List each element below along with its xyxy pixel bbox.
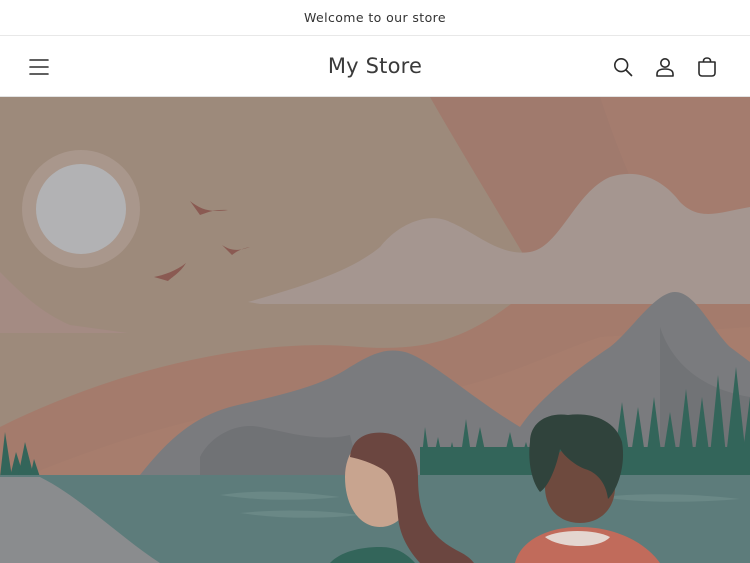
account-button[interactable] — [648, 50, 682, 84]
announcement-bar: Welcome to our store — [0, 0, 750, 36]
hamburger-menu-icon — [29, 59, 49, 75]
announcement-text: Welcome to our store — [304, 10, 446, 25]
search-button[interactable] — [606, 50, 640, 84]
hero-banner-image — [0, 97, 750, 563]
site-header: My Store — [0, 36, 750, 97]
header-icons — [606, 50, 724, 84]
cart-button[interactable] — [690, 50, 724, 84]
search-icon — [613, 57, 633, 77]
account-icon — [656, 58, 674, 77]
cart-icon — [698, 57, 716, 77]
menu-button[interactable] — [22, 50, 56, 84]
store-title[interactable]: My Store — [328, 54, 422, 78]
